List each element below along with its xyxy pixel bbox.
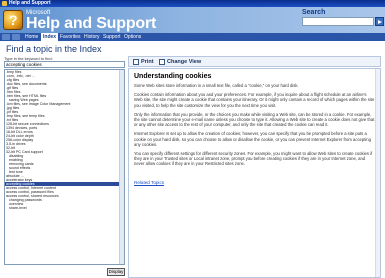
help-app-icon	[2, 1, 7, 6]
topic-paragraph: Only the information that you provide, o…	[134, 111, 375, 128]
index-list[interactable]: .bmp files .com, .info, .net ... .cfg file…	[4, 69, 125, 265]
change-view-label: Change View	[167, 59, 202, 65]
change-view-icon	[159, 58, 165, 65]
help-logo-icon	[3, 10, 23, 30]
nav-options[interactable]: Options	[122, 33, 143, 41]
topic-toolbar: Print Change View	[128, 56, 381, 67]
index-scrollbar[interactable]	[119, 70, 124, 264]
search-label: Search	[302, 9, 326, 16]
topic-paragraph: Cookies contain information about you an…	[134, 92, 375, 108]
display-button[interactable]: Display	[107, 268, 125, 276]
change-view-button[interactable]: Change View	[159, 58, 201, 66]
keyword-input[interactable]: accepting cookies	[4, 61, 125, 68]
topic-content: Understanding cookies Some Web sites sto…	[128, 68, 381, 278]
navigation-bar: Home Index Favorites History Support Opt…	[0, 33, 385, 41]
topic-scrollbar[interactable]	[375, 69, 380, 277]
print-label: Print	[141, 59, 154, 65]
nav-home[interactable]: Home	[23, 33, 40, 41]
topic-title: Understanding cookies	[134, 73, 212, 80]
topic-paragraph: You can specify different settings for d…	[134, 151, 373, 167]
nav-index[interactable]: Index	[41, 33, 59, 41]
print-button[interactable]: Print	[133, 58, 154, 66]
nav-favorites[interactable]: Favorites	[58, 33, 83, 41]
topic-pane: Print Change View Understanding cookies …	[128, 56, 381, 278]
search-go-button[interactable]	[375, 17, 384, 26]
window-title: Help and Support	[9, 0, 51, 6]
title-bar: Help and Support	[0, 0, 385, 7]
nav-support[interactable]: Support	[101, 33, 123, 41]
page-title: Find a topic in the Index	[6, 44, 102, 54]
help-window: Help and Support Microsoft Help and Supp…	[0, 0, 385, 278]
topic-paragraph: Internet Explorer is set up to allow the…	[134, 131, 371, 147]
back-button[interactable]	[2, 34, 10, 40]
search-input[interactable]	[302, 17, 374, 26]
topic-paragraph: Some Web sites store information in a sm…	[134, 83, 299, 88]
header-banner: Microsoft Help and Support Search	[0, 7, 385, 33]
index-pane: Type in the keyword to find: accepting c…	[4, 56, 125, 278]
forward-button[interactable]	[12, 34, 20, 40]
related-topics-link[interactable]: Related Topics	[134, 180, 164, 185]
brand-title: Help and Support	[26, 15, 157, 32]
nav-history[interactable]: History	[82, 33, 102, 41]
index-item[interactable]: share-level	[5, 206, 124, 210]
printer-icon	[133, 58, 139, 65]
